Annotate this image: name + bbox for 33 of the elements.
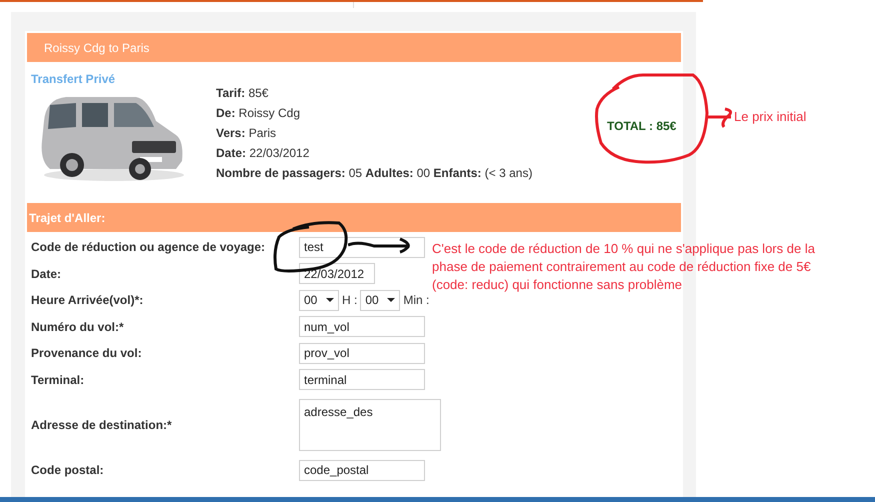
field-label: Code de réduction ou agence de voyage:	[31, 239, 266, 256]
hour-label: H :	[342, 292, 358, 310]
date-field[interactable]: 22/03/2012	[299, 263, 375, 284]
text-area[interactable]: adresse_des	[299, 399, 441, 451]
hour-select[interactable]: 00	[299, 290, 339, 311]
field-label: Numéro du vol:*	[31, 318, 125, 336]
arrow-drawing	[707, 106, 735, 128]
annotation-note: C'est le code de réduction de 10 % qui ne s'applique pas lors de la phase de paiement contrairement au code de réduction fixe de 5€ (code: reduc) qui fonctionne sans problème	[432, 240, 816, 294]
input-field[interactable]: code_postal	[299, 460, 425, 481]
field-label: Heure Arrivée(vol)*:	[31, 292, 144, 310]
booking-detail: Vers: Paris	[216, 126, 278, 141]
minute-select[interactable]: 00	[360, 290, 400, 311]
field-label: Date:	[31, 266, 62, 283]
booking-detail: Nombre de passagers: 05 Adultes: 00 Enfants: (< 3 ans)	[216, 166, 534, 181]
total-price: TOTAL : 85€	[607, 119, 676, 133]
input-field[interactable]: prov_vol	[299, 342, 425, 364]
field-label: Code postal:	[31, 462, 105, 480]
service-title: Transfert Privé	[31, 71, 116, 88]
annotation-note: Le prix initial	[734, 108, 806, 126]
booking-detail: Tarif: 85€	[216, 86, 270, 101]
arrow-drawing	[348, 237, 412, 255]
route-title: Roissy Cdg to Paris	[44, 40, 150, 56]
caret-icon	[387, 298, 396, 302]
booking-detail: Date: 22/03/2012	[216, 146, 310, 161]
minute-label: Min :	[403, 292, 430, 310]
input-field[interactable]: terminal	[299, 369, 425, 390]
field-label: Adresse de destination:*	[31, 417, 173, 434]
field-label: Provenance du vol:	[31, 345, 143, 362]
input-field[interactable]: num_vol	[299, 316, 425, 338]
caret-icon	[326, 298, 334, 302]
section-title: Trajet d'Aller:	[29, 210, 106, 226]
field-label: Terminal:	[31, 372, 86, 389]
booking-detail: De: Roissy Cdg	[216, 106, 302, 121]
